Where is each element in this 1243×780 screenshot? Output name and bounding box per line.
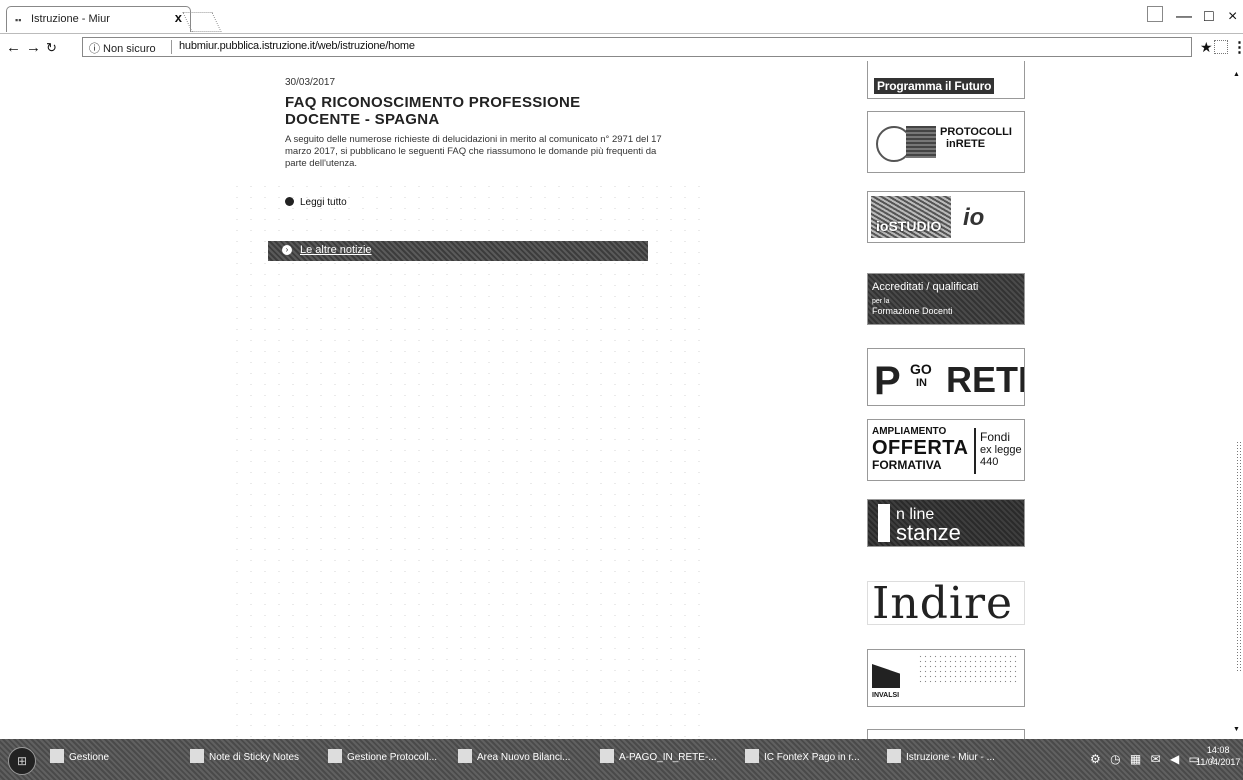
extension-icon[interactable]: [1214, 40, 1228, 54]
document-icon: [906, 126, 936, 158]
banner-logo: IN: [916, 377, 927, 389]
bullet-icon: [285, 197, 294, 206]
address-bar[interactable]: ⓘ Non sicuro hubmiur.pubblica.istruzione…: [82, 37, 1192, 57]
taskbar-item[interactable]: Gestione Protocoll...: [328, 749, 437, 769]
browser-tab[interactable]: ▪▪ Istruzione - Miur x: [6, 6, 191, 32]
clock-time: 14:08: [1206, 745, 1230, 755]
banner-ampliamento-offerta-formativa[interactable]: AMPLIAMENTO OFFERTA FORMATIVA Fondi ex l…: [867, 419, 1025, 481]
taskbar-item-label: Area Nuovo Bilanci...: [477, 752, 571, 763]
clock-date: 11/04/2017: [1196, 757, 1241, 767]
banner-istanze-online[interactable]: n line stanze: [867, 499, 1025, 547]
app-icon: [745, 749, 759, 763]
start-button[interactable]: ⊞: [8, 747, 36, 775]
maximize-button[interactable]: □: [1204, 8, 1214, 26]
banner-logo: Indire: [872, 581, 1014, 625]
taskbar-item[interactable]: IC FonteX Pago in r...: [745, 749, 860, 769]
bookmark-star-icon[interactable]: ★: [1200, 39, 1213, 56]
banner-sublabel: Fondi: [980, 430, 1011, 444]
other-news-label: Le altre notizie: [300, 244, 372, 256]
page-viewport: 30/03/2017 FAQ RICONOSCIMENTO PROFESSION…: [0, 61, 1243, 739]
scroll-down-icon[interactable]: ▼: [1233, 726, 1240, 733]
scrollbar-thumb[interactable]: [1236, 441, 1242, 671]
omnibox-divider: [171, 40, 172, 54]
news-abstract: A seguito delle numerose richieste di de…: [285, 134, 662, 169]
back-icon[interactable]: ←: [6, 39, 21, 56]
browser-toolbar: ← → ↻ ⓘ Non sicuro hubmiur.pubblica.istr…: [0, 33, 1243, 62]
banner-protocolli-in-rete[interactable]: PROTOCOLLI inRETE: [867, 111, 1025, 173]
taskbar-item[interactable]: A-PAGO_IN_RETE-...: [600, 749, 717, 769]
taskbar-item-label: Gestione: [69, 752, 110, 763]
url-text[interactable]: hubmiur.pubblica.istruzione.it/web/istru…: [179, 40, 415, 52]
tab-close-icon[interactable]: x: [175, 10, 182, 25]
banner-sublabel: inRETE: [946, 138, 986, 150]
divider: [974, 428, 976, 474]
banner-image: [918, 654, 1018, 684]
taskbar-item[interactable]: Note di Sticky Notes: [190, 749, 299, 769]
banner-label: stanze: [896, 520, 961, 545]
banner-invalsi[interactable]: INVALSI: [867, 649, 1025, 707]
tab-strip: ▪▪ Istruzione - Miur x — □ ×: [0, 0, 1243, 33]
scroll-up-icon[interactable]: ▲: [1233, 71, 1240, 78]
user-icon[interactable]: [1147, 6, 1163, 22]
banner-pago-in-rete[interactable]: P GO IN RETE: [867, 348, 1025, 406]
news-headline[interactable]: FAQ RICONOSCIMENTO PROFESSIONE DOCENTE -…: [285, 94, 645, 128]
banner-logo: RETE: [946, 359, 1024, 400]
banner-iostudio[interactable]: ioSTUDIO io: [867, 191, 1025, 243]
app-icon: [50, 749, 64, 763]
banner-indire[interactable]: Indire: [867, 581, 1025, 625]
clock[interactable]: 14:08 11/04/2017: [1196, 744, 1240, 768]
browser-menu-icon[interactable]: ⋮: [1232, 38, 1243, 56]
banner-sublabel: 440: [980, 456, 999, 468]
other-news-button[interactable]: › Le altre notizie: [268, 241, 648, 261]
reload-icon[interactable]: ↻: [46, 40, 57, 56]
app-icon: [328, 749, 342, 763]
banner-sublabel: Formazione Docenti: [872, 306, 953, 316]
app-icon: [887, 749, 901, 763]
taskbar-item[interactable]: Gestione: [50, 749, 109, 769]
banner-sublabel: ex legge: [980, 444, 1022, 456]
banner-label: PROTOCOLLI: [940, 126, 1012, 138]
taskbar-item[interactable]: Area Nuovo Bilanci...: [458, 749, 570, 769]
background-pattern: [230, 181, 710, 739]
banner-accreditati-formazione[interactable]: Accreditati / qualificati per la Formazi…: [867, 273, 1025, 325]
read-more-label: Leggi tutto: [300, 197, 347, 208]
banner-label: Accreditati / qualificati: [872, 281, 979, 293]
favicon-icon: ▪▪: [15, 15, 22, 25]
app-icon: [190, 749, 204, 763]
arrow-right-icon: ›: [282, 245, 292, 255]
banner-partial[interactable]: [867, 729, 1025, 739]
forward-icon[interactable]: →: [26, 39, 41, 56]
app-icon: [458, 749, 472, 763]
banner-label: ioSTUDIO: [876, 218, 942, 234]
taskbar-item-label: Gestione Protocoll...: [347, 752, 438, 763]
banner-logo: GO: [910, 361, 932, 377]
security-indicator[interactable]: ⓘ Non sicuro: [89, 40, 156, 56]
banner-label: Programma il Futuro: [874, 78, 995, 94]
taskbar-item-label: Istruzione - Miur - ...: [906, 752, 995, 763]
news-date: 30/03/2017: [285, 77, 336, 88]
banner-label: AMPLIAMENTO: [872, 426, 947, 437]
taskbar-item-label: IC FonteX Pago in r...: [764, 752, 860, 763]
banner-label: FORMATIVA: [872, 458, 942, 472]
read-more-link[interactable]: Leggi tutto: [285, 197, 347, 208]
app-icon: [600, 749, 614, 763]
banner-label: INVALSI: [872, 692, 900, 699]
taskbar-item-label: Note di Sticky Notes: [209, 752, 300, 763]
istanze-logo-icon: [878, 504, 890, 542]
banner-logo: P: [874, 359, 901, 403]
tab-title: Istruzione - Miur: [31, 13, 110, 25]
banner-label: OFFERTA: [872, 437, 969, 459]
taskbar-item-label: A-PAGO_IN_RETE-...: [619, 752, 717, 763]
invalsi-logo-icon: [872, 664, 900, 688]
minimize-button[interactable]: —: [1176, 8, 1192, 26]
close-window-button[interactable]: ×: [1228, 8, 1237, 26]
banner-programma-il-futuro[interactable]: Programma il Futuro: [867, 61, 1025, 99]
taskbar: ⊞ Gestione Note di Sticky Notes Gestione…: [0, 739, 1243, 780]
taskbar-item[interactable]: Istruzione - Miur - ...: [887, 749, 995, 769]
banner-sublabel: per la: [872, 298, 890, 305]
banner-logo: io: [963, 204, 985, 231]
